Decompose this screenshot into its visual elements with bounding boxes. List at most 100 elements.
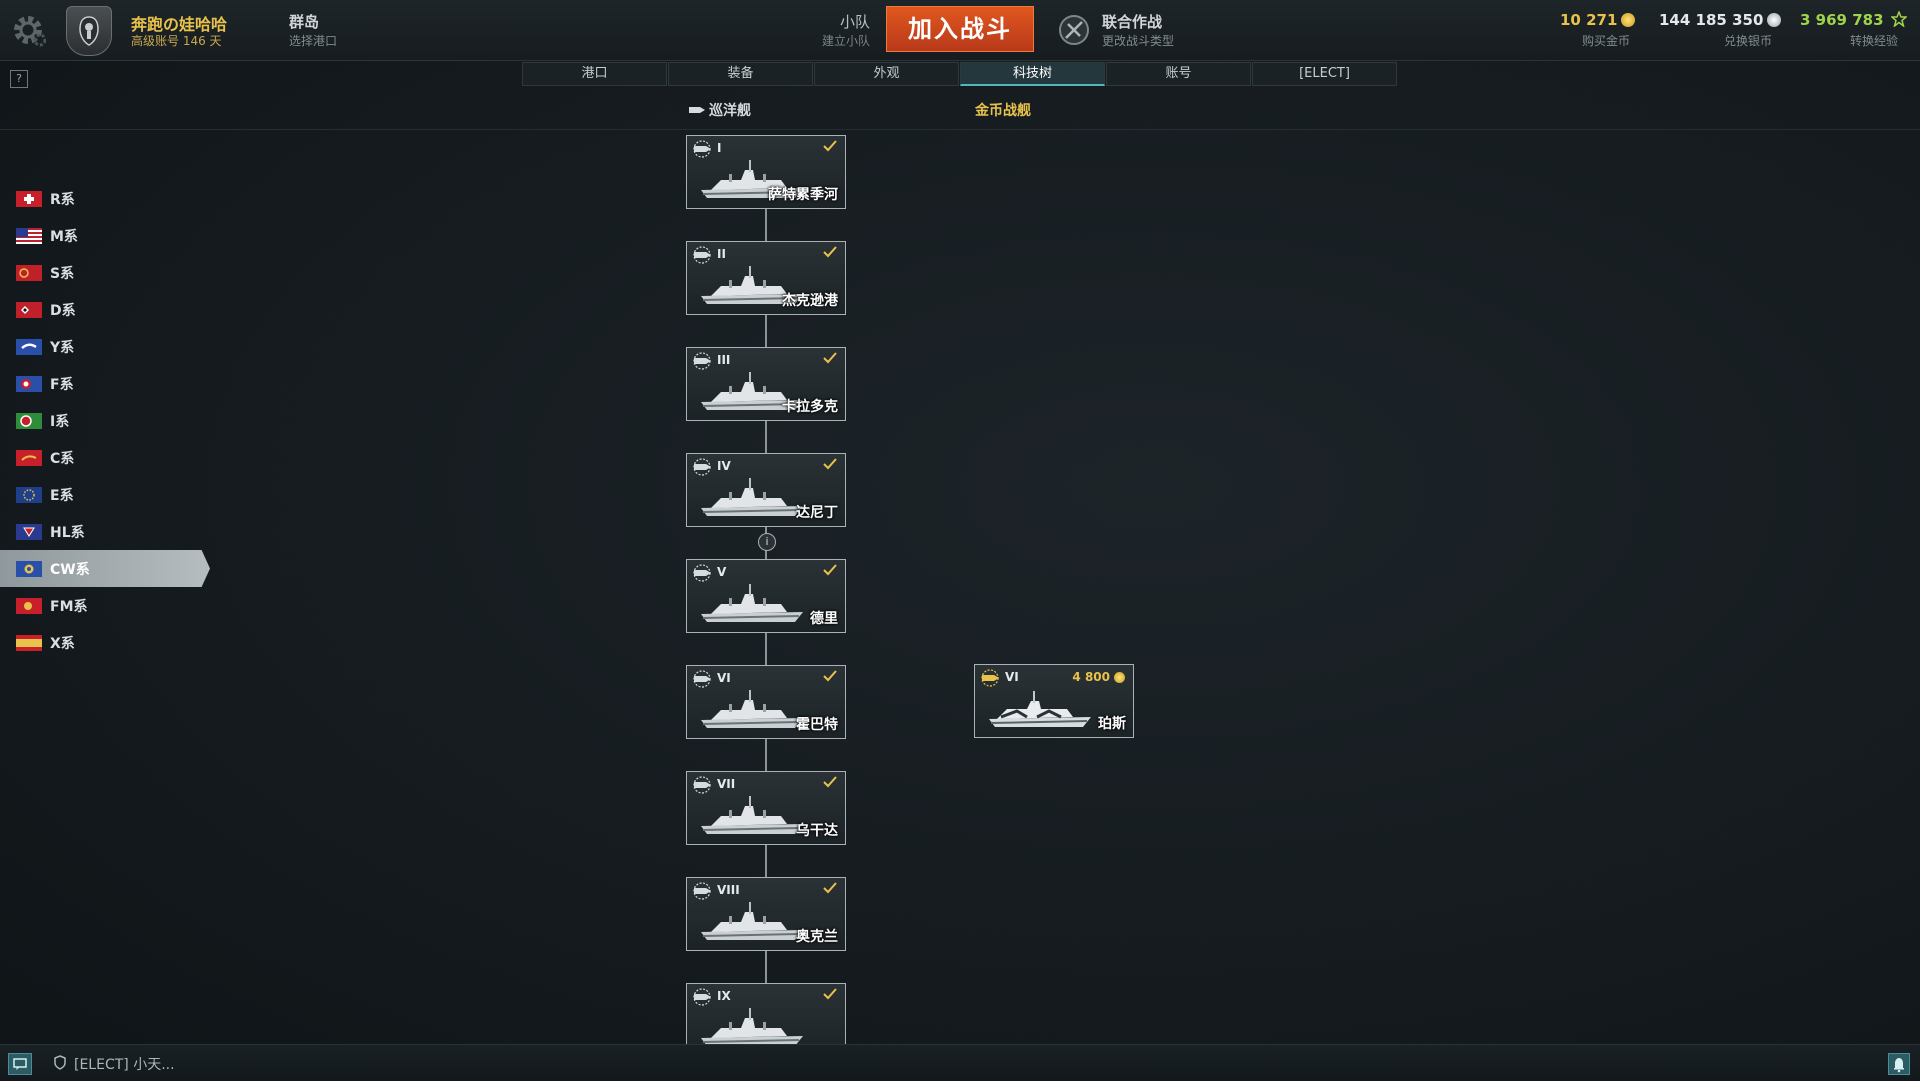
nation-fm[interactable]: FM系 — [0, 587, 210, 624]
gold-coin-icon — [1621, 13, 1636, 27]
researched-check-icon — [823, 140, 837, 152]
tab-account[interactable]: 账号 — [1106, 62, 1251, 86]
top-bar: 奔跑の娃哈哈 高级账号 146 天 群岛 选择港口 小队 建立小队 加入战斗 联… — [0, 0, 1920, 61]
nation-list: R系 M系 S系 D系 Y系 F系 I系 C系 E系 HL系 CW系 FM系 X… — [0, 180, 220, 661]
premium-ship-card[interactable]: VI 4 800 珀斯 — [974, 664, 1134, 738]
ship-name: 奥克兰 — [796, 929, 838, 945]
nation-label: HL系 — [50, 524, 85, 541]
ship-tier: I — [717, 141, 722, 155]
ship-card[interactable]: V 德里 — [686, 559, 846, 633]
ship-card[interactable]: VIII 奥克兰 — [686, 877, 846, 951]
ship-card[interactable]: I 萨特累季河 — [686, 135, 846, 209]
squad-button[interactable]: 小队 — [790, 11, 870, 32]
clan-chat-preview[interactable]: [ELECT] 小天... — [74, 1054, 175, 1074]
nation-label: X系 — [50, 635, 75, 652]
researched-check-icon — [823, 988, 837, 1000]
help-button[interactable]: ? — [10, 70, 28, 88]
battle-mode-icon[interactable] — [1058, 14, 1090, 46]
convert-xp-label[interactable]: 转换经验 — [1850, 32, 1898, 49]
nation-r[interactable]: R系 — [0, 180, 210, 217]
nation-f[interactable]: F系 — [0, 365, 210, 402]
ship-card[interactable]: II 杰克逊港 — [686, 241, 846, 315]
silver-balance[interactable]: 144 185 350 — [1659, 11, 1782, 29]
cruiser-class-icon — [693, 564, 711, 582]
ship-name: 卡拉多克 — [782, 399, 838, 415]
ship-tier: IV — [717, 459, 731, 473]
commonwealth-flag-icon — [16, 560, 42, 577]
nation-s[interactable]: S系 — [0, 254, 210, 291]
ship-card[interactable]: IV 达尼丁 — [686, 453, 846, 527]
buy-gold-label[interactable]: 购买金币 — [1582, 32, 1630, 49]
xp-value: 3 969 783 — [1800, 11, 1884, 29]
ship-name: 乌干达 — [796, 823, 838, 839]
nation-label: FM系 — [50, 598, 88, 615]
silver-value: 144 185 350 — [1659, 11, 1764, 29]
ship-image-icon — [701, 584, 803, 622]
nation-hl[interactable]: HL系 — [0, 513, 210, 550]
tree-connector — [765, 315, 767, 347]
info-badge-icon[interactable]: i — [758, 533, 776, 551]
spain-flag-icon — [16, 634, 42, 651]
tree-connector — [765, 739, 767, 771]
star-icon — [1889, 9, 1908, 28]
cruiser-class-icon — [693, 352, 711, 370]
battle-button[interactable]: 加入战斗 — [886, 6, 1034, 52]
researched-check-icon — [823, 776, 837, 788]
europe-flag-icon — [16, 486, 42, 503]
cruiser-header-label: 巡洋舰 — [709, 103, 751, 119]
port-select-hint[interactable]: 选择港口 — [289, 32, 337, 49]
nation-m[interactable]: M系 — [0, 217, 210, 254]
tree-connector — [765, 209, 767, 241]
ship-card[interactable]: VII 乌干达 — [686, 771, 846, 845]
france-flag-icon — [16, 375, 42, 392]
cruiser-class-icon — [981, 669, 999, 687]
nation-i[interactable]: I系 — [0, 402, 210, 439]
clan-shield-icon — [54, 1055, 66, 1070]
nation-e[interactable]: E系 — [0, 476, 210, 513]
researched-check-icon — [823, 882, 837, 894]
ship-image-icon — [701, 478, 803, 516]
free-xp-balance[interactable]: 3 969 783 — [1800, 9, 1908, 29]
exchange-silver-label[interactable]: 兑换银币 — [1724, 32, 1772, 49]
gold-balance[interactable]: 10 271 — [1560, 11, 1636, 29]
ship-tier: VI — [717, 671, 731, 685]
ship-tier: IX — [717, 989, 731, 1003]
ship-image-icon — [701, 690, 803, 728]
tab-equipment[interactable]: 装备 — [668, 62, 813, 86]
nation-label: C系 — [50, 450, 75, 467]
cruiser-class-icon — [693, 246, 711, 264]
china-flag-icon — [16, 449, 42, 466]
premium-header: 金币战舰 — [975, 103, 1031, 119]
nation-cw[interactable]: CW系 — [0, 550, 210, 587]
tab-tech-tree[interactable]: 科技树 — [960, 62, 1105, 86]
header-divider — [0, 129, 1920, 130]
cruiser-class-icon — [693, 670, 711, 688]
nation-y[interactable]: Y系 — [0, 328, 210, 365]
nation-label: S系 — [50, 265, 75, 282]
ship-name: 德里 — [810, 611, 838, 627]
nation-d[interactable]: D系 — [0, 291, 210, 328]
tab-port[interactable]: 港口 — [522, 62, 667, 86]
tree-connector — [765, 951, 767, 983]
notification-bell-icon[interactable] — [1888, 1053, 1910, 1075]
ship-card[interactable]: VI 霍巴特 — [686, 665, 846, 739]
settings-gear-icon[interactable] — [10, 12, 46, 48]
cruiser-class-icon — [693, 458, 711, 476]
battle-mode-sub[interactable]: 更改战斗类型 — [1102, 32, 1174, 49]
ship-tier: VIII — [717, 883, 740, 897]
tab-exterior[interactable]: 外观 — [814, 62, 959, 86]
ship-card[interactable]: III 卡拉多克 — [686, 347, 846, 421]
clan-emblem-icon[interactable] — [66, 6, 112, 56]
cruiser-header: 巡洋舰 — [688, 100, 751, 120]
nation-c[interactable]: C系 — [0, 439, 210, 476]
battle-mode-title[interactable]: 联合作战 — [1102, 11, 1162, 32]
silver-coin-icon — [1767, 13, 1782, 27]
tab-clan[interactable]: [ELECT] — [1252, 62, 1397, 86]
account-type: 高级账号 146 天 — [131, 34, 222, 48]
port-name[interactable]: 群岛 — [289, 11, 319, 32]
nation-x[interactable]: X系 — [0, 624, 210, 661]
squad-sub[interactable]: 建立小队 — [790, 32, 870, 49]
chat-icon[interactable] — [8, 1053, 32, 1075]
ship-image-icon — [989, 691, 1091, 727]
ship-tier: VII — [717, 777, 736, 791]
